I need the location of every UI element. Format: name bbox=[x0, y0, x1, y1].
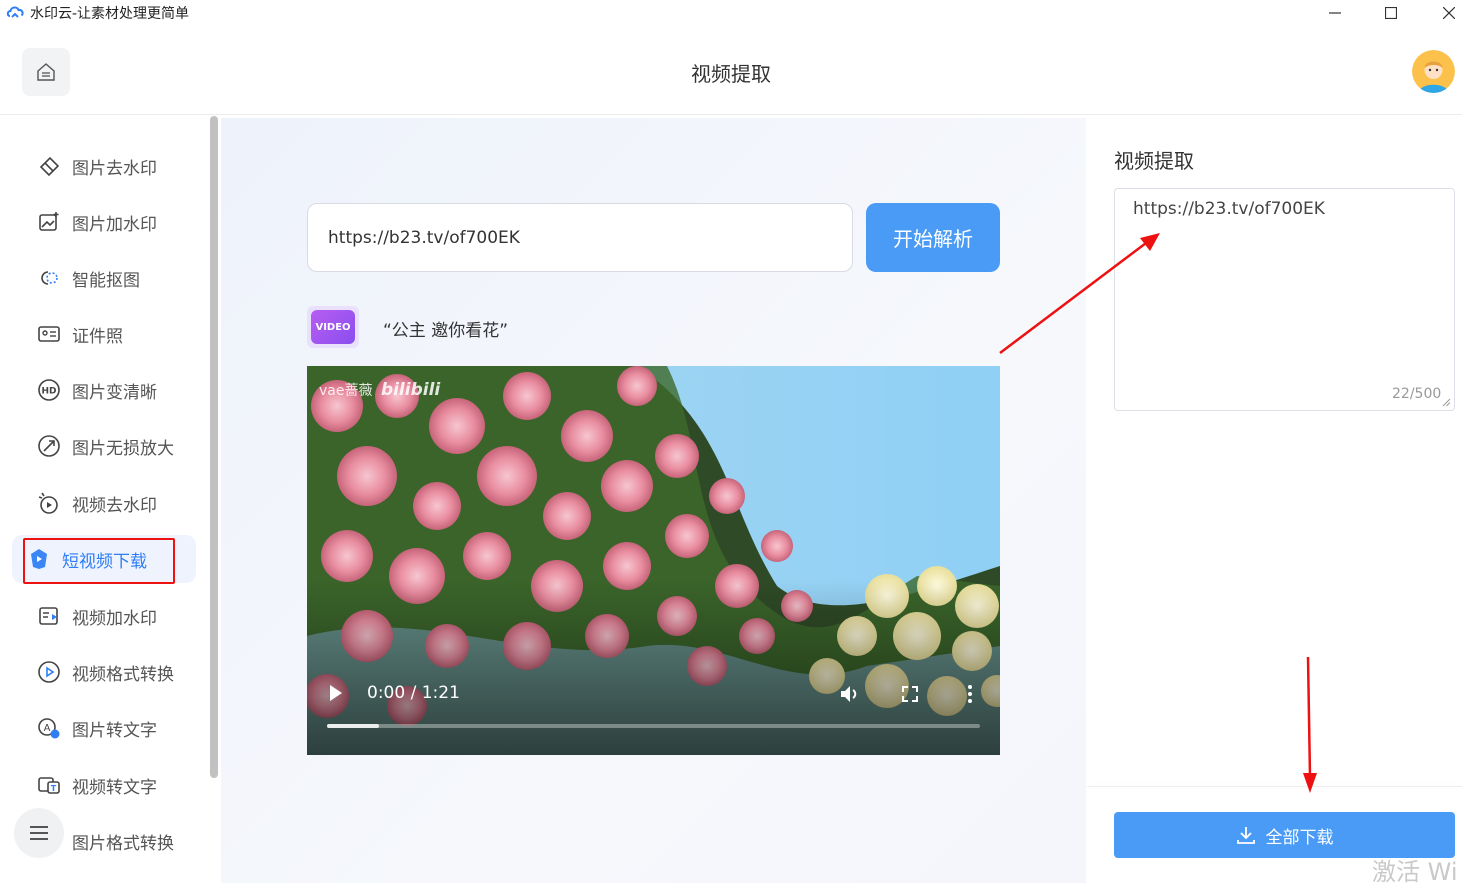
close-button[interactable] bbox=[1426, 0, 1462, 26]
url-input[interactable] bbox=[307, 203, 853, 272]
sidebar-item-video-watermark-remove[interactable]: 视频去水印 bbox=[22, 479, 192, 527]
more-options-button[interactable] bbox=[963, 684, 977, 704]
volume-button[interactable] bbox=[839, 683, 861, 705]
sidebar: 图片去水印 图片加水印 智能抠图 证件照 HD 图片变清晰 图片无损放大 视频去… bbox=[0, 116, 210, 883]
video-progress-fill bbox=[327, 724, 380, 728]
header: 视频提取 bbox=[0, 26, 1462, 115]
svg-text:HD: HD bbox=[41, 387, 56, 397]
sidebar-item-label: 图片转文字 bbox=[72, 720, 157, 741]
os-activation-watermark: 激活 Wi bbox=[1372, 858, 1458, 883]
sidebar-item-image-enlarge[interactable]: 图片无损放大 bbox=[22, 422, 192, 470]
video-clean-icon bbox=[36, 490, 62, 516]
minimize-button[interactable] bbox=[1312, 0, 1358, 26]
svg-text:A: A bbox=[44, 723, 51, 734]
video-progress-bar[interactable] bbox=[327, 724, 980, 728]
resize-grip-icon[interactable] bbox=[1441, 397, 1451, 407]
svg-text:T: T bbox=[51, 784, 57, 793]
sidebar-item-video-to-text[interactable]: T 视频转文字 bbox=[22, 761, 192, 809]
eraser-icon bbox=[36, 153, 62, 179]
title-bar: 水印云-让素材处理更简单 bbox=[0, 0, 1462, 26]
sidebar-scrollbar[interactable] bbox=[210, 116, 218, 778]
sidebar-item-smart-cutout[interactable]: 智能抠图 bbox=[22, 254, 192, 302]
download-all-label: 全部下载 bbox=[1265, 827, 1334, 848]
cutout-icon bbox=[36, 265, 62, 291]
maximize-button[interactable] bbox=[1368, 0, 1414, 26]
sidebar-item-id-photo[interactable]: 证件照 bbox=[22, 310, 192, 358]
sidebar-item-label: 视频去水印 bbox=[72, 495, 157, 516]
sidebar-item-image-to-text[interactable]: A 图片转文字 bbox=[22, 704, 192, 752]
fullscreen-icon bbox=[902, 686, 918, 702]
sidebar-item-label: 视频加水印 bbox=[72, 608, 157, 629]
sidebar-item-label: 证件照 bbox=[72, 326, 123, 347]
sidebar-item-label: 短视频下载 bbox=[62, 551, 147, 572]
start-parse-button[interactable]: 开始解析 bbox=[866, 203, 1000, 272]
hd-icon: HD bbox=[36, 377, 62, 403]
video-watermark-text: vae蔷薇 bbox=[319, 383, 373, 399]
close-icon bbox=[1443, 7, 1455, 19]
video-badge: VIDEO bbox=[307, 306, 359, 348]
extract-url-textarea[interactable]: https://b23.tv/of700EK bbox=[1114, 188, 1455, 411]
sidebar-item-video-format-convert[interactable]: 视频格式转换 bbox=[22, 648, 192, 696]
sidebar-item-label: 图片无损放大 bbox=[72, 438, 174, 459]
video-mark-icon bbox=[36, 603, 62, 629]
volume-icon bbox=[841, 686, 857, 702]
short-video-icon bbox=[26, 546, 52, 572]
app-title: 水印云-让素材处理更简单 bbox=[30, 6, 190, 22]
panel-divider bbox=[1087, 786, 1462, 787]
sidebar-item-label: 图片格式转换 bbox=[72, 833, 174, 854]
sidebar-item-label: 视频转文字 bbox=[72, 777, 157, 798]
video-brand-mark: bilibili bbox=[380, 380, 441, 400]
menu-icon bbox=[30, 826, 48, 840]
more-vertical-icon bbox=[968, 685, 972, 703]
minimize-icon bbox=[1329, 12, 1341, 14]
right-panel: 视频提取 https://b23.tv/of700EK 22/500 全部下载 bbox=[1087, 118, 1462, 883]
sidebar-item-short-video-download[interactable]: 短视频下载 bbox=[12, 535, 196, 583]
sidebar-item-video-watermark-add[interactable]: 视频加水印 bbox=[22, 592, 192, 640]
maximize-icon bbox=[1385, 7, 1397, 19]
video-title: “公主 邀你看花” bbox=[383, 321, 509, 341]
video-text-icon: T bbox=[36, 772, 62, 798]
enlarge-icon bbox=[36, 433, 62, 459]
sidebar-item-label: 图片去水印 bbox=[72, 158, 157, 179]
video-watermark: vae蔷薇 bilibili bbox=[319, 380, 440, 400]
user-avatar[interactable] bbox=[1412, 50, 1455, 93]
sidebar-item-label: 智能抠图 bbox=[72, 270, 140, 291]
char-count: 22/500 bbox=[1392, 386, 1442, 402]
sidebar-item-image-enhance[interactable]: HD 图片变清晰 bbox=[22, 366, 192, 414]
avatar-icon bbox=[1412, 50, 1455, 93]
app-logo-icon bbox=[6, 6, 24, 18]
video-convert-icon bbox=[36, 659, 62, 685]
main-panel: 开始解析 VIDEO “公主 邀你看花” bbox=[221, 118, 1086, 883]
ocr-icon: A bbox=[36, 715, 62, 741]
download-icon bbox=[1236, 825, 1256, 845]
page-title: 视频提取 bbox=[691, 62, 771, 86]
collapse-menu-button[interactable] bbox=[14, 808, 64, 858]
sidebar-item-image-watermark-remove[interactable]: 图片去水印 bbox=[22, 142, 192, 190]
sidebar-item-label: 图片变清晰 bbox=[72, 382, 157, 403]
image-add-icon bbox=[36, 209, 62, 235]
play-icon bbox=[330, 685, 342, 701]
sidebar-item-label: 视频格式转换 bbox=[72, 664, 174, 685]
play-button[interactable] bbox=[329, 684, 343, 702]
sidebar-item-image-watermark-add[interactable]: 图片加水印 bbox=[22, 198, 192, 246]
right-panel-title: 视频提取 bbox=[1114, 149, 1194, 173]
video-time: 0:00 / 1:21 bbox=[367, 683, 460, 703]
sidebar-item-label: 图片加水印 bbox=[72, 214, 157, 235]
id-card-icon bbox=[36, 321, 62, 347]
video-badge-label: VIDEO bbox=[311, 310, 355, 344]
fullscreen-button[interactable] bbox=[900, 684, 920, 704]
video-player[interactable]: vae蔷薇 bilibili 0:00 / 1:21 bbox=[307, 366, 1000, 755]
